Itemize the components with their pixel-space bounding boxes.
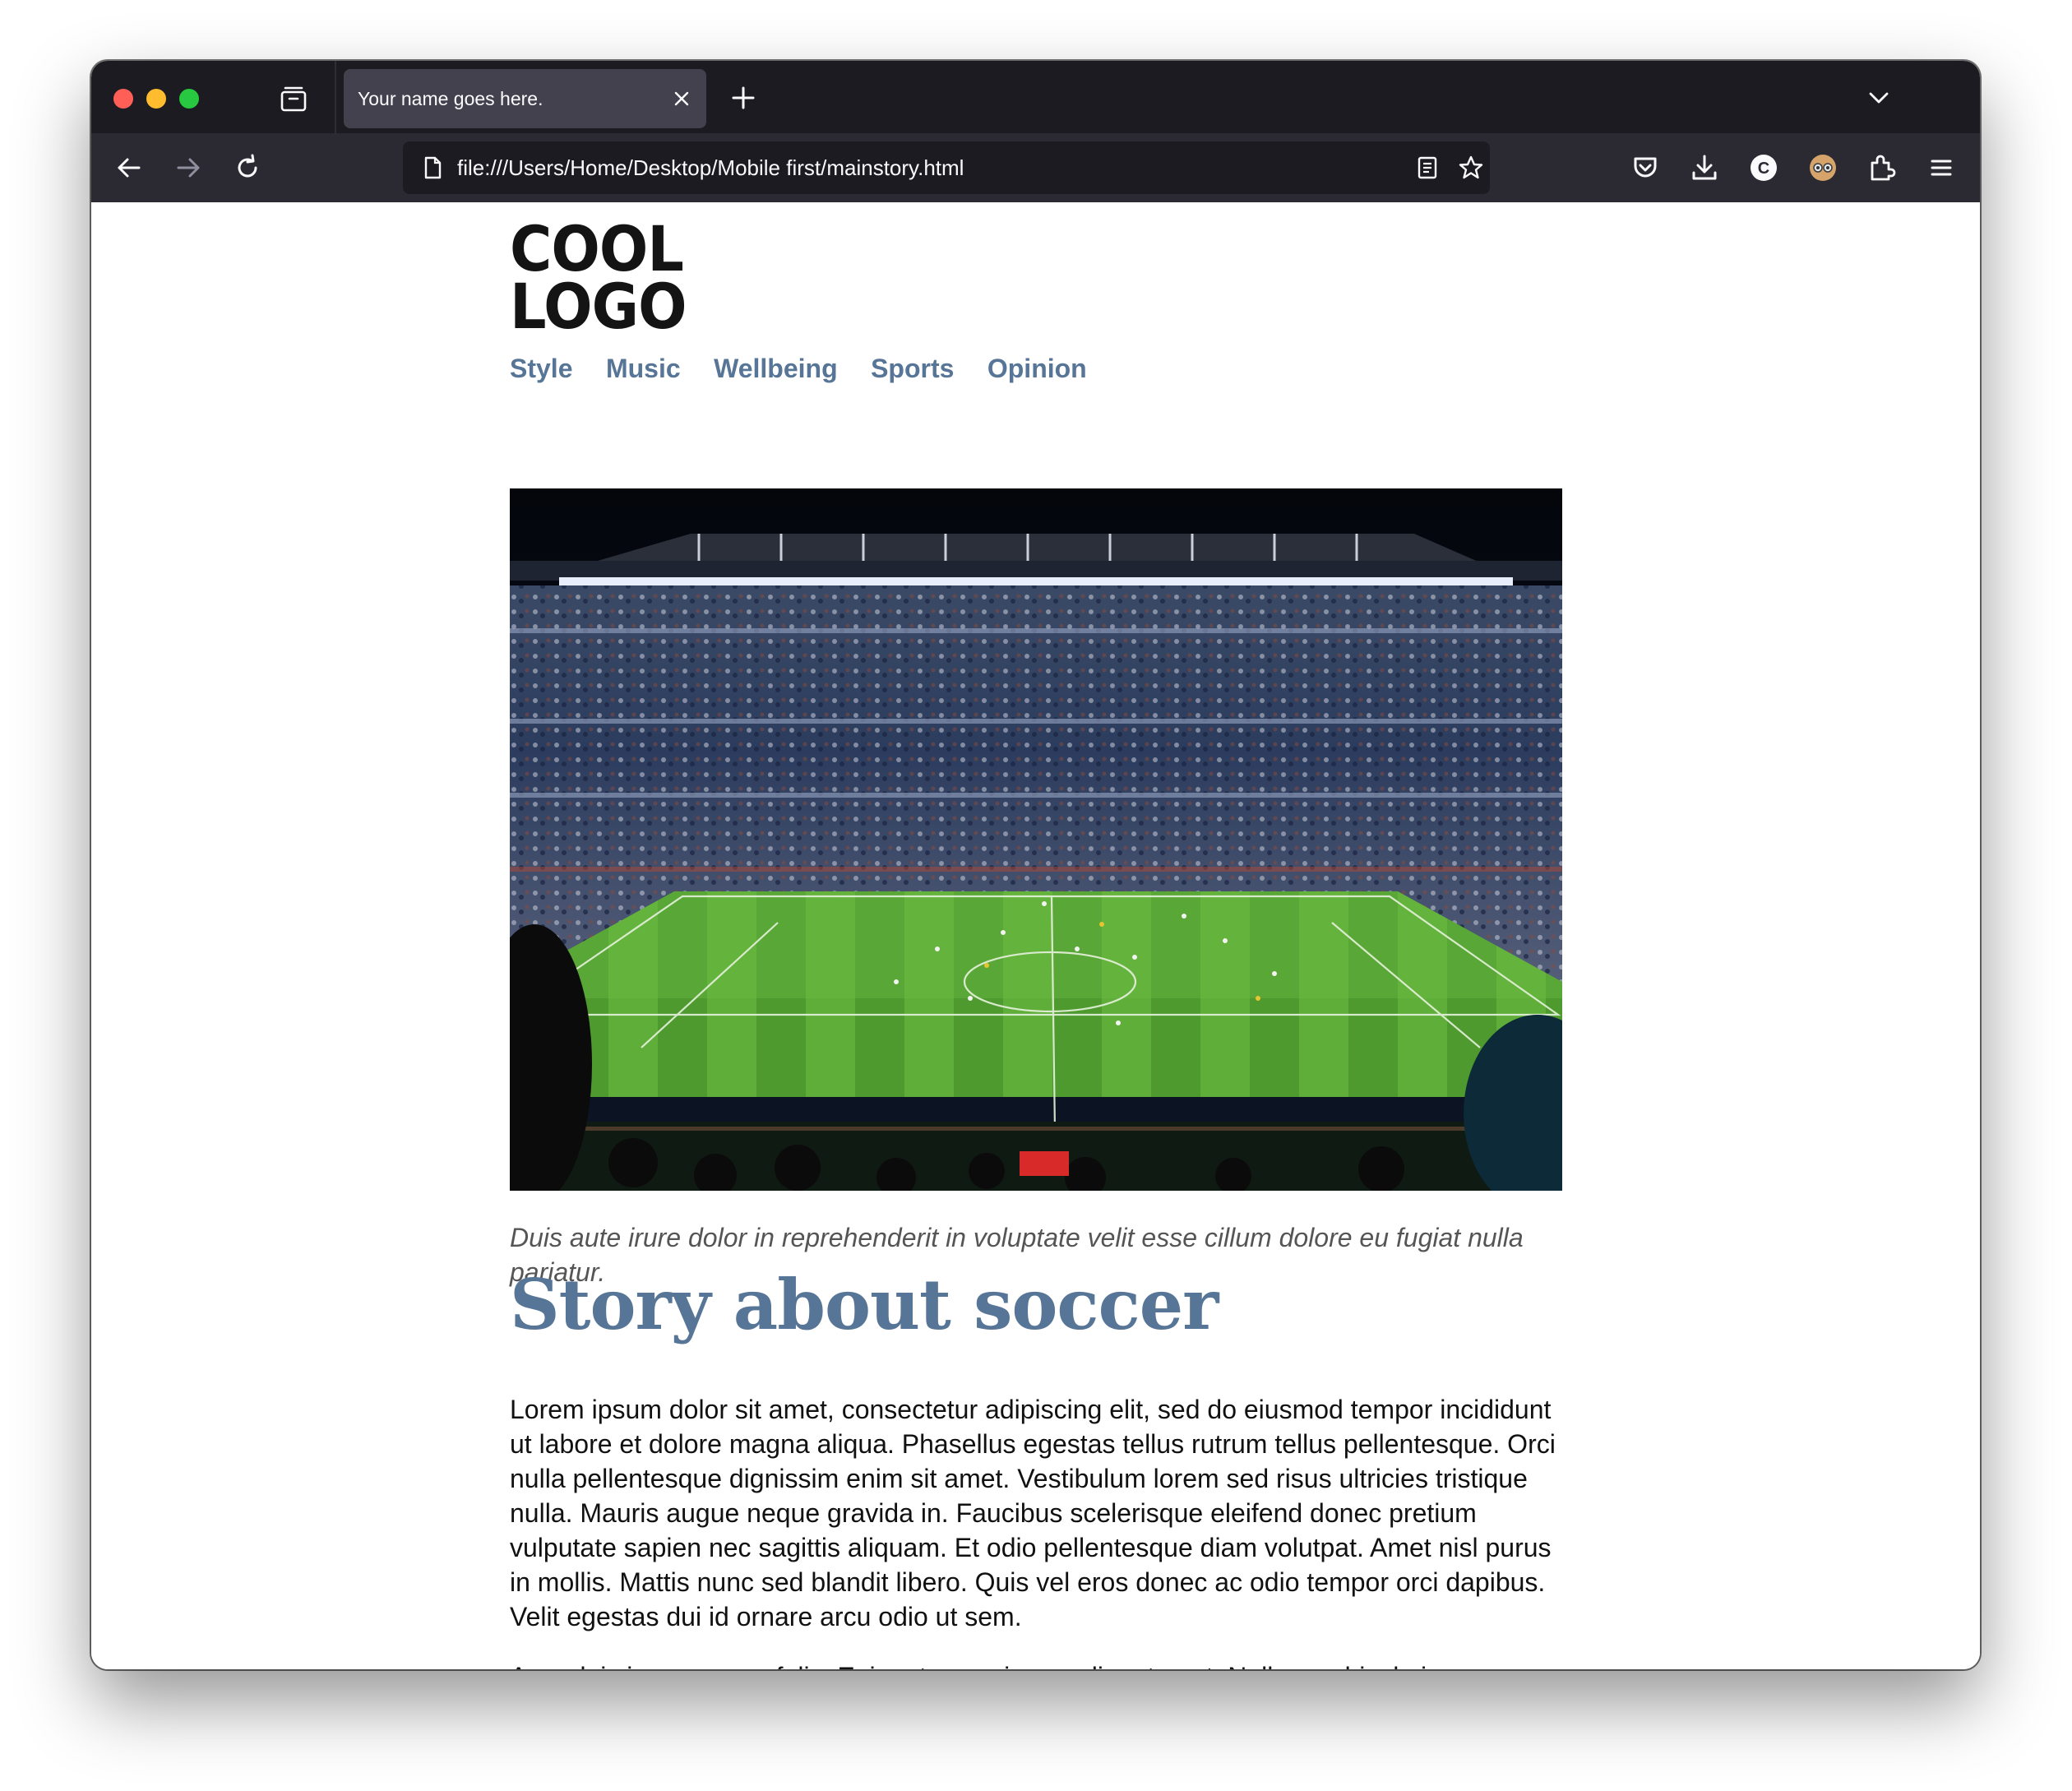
hero-image [510, 488, 1562, 1191]
tab-active[interactable]: Your name goes here. [344, 69, 706, 128]
tab-strip: Your name goes here. [91, 61, 1980, 133]
reload-icon[interactable] [231, 151, 264, 184]
svg-text:C: C [1758, 160, 1769, 178]
zoom-window-button[interactable] [179, 89, 199, 109]
article-headline: Story about soccer [510, 1264, 1219, 1345]
page-icon [424, 156, 442, 179]
back-arrow-icon[interactable] [113, 151, 146, 184]
tab-overview-icon[interactable] [279, 84, 308, 113]
url-bar[interactable]: file:///Users/Home/Desktop/Mobile first/… [403, 141, 1490, 194]
nav-link-style[interactable]: Style [510, 354, 572, 383]
forward-arrow-icon[interactable] [172, 151, 205, 184]
extensions-puzzle-icon[interactable] [1866, 151, 1899, 184]
browser-window: Your name goes here. file:///Users/Home/… [91, 61, 1980, 1669]
page-content: COOL LOGO Style Music Wellbeing Sports O… [91, 202, 1980, 1669]
logo-line-2: LOGO [510, 270, 687, 343]
nav-link-opinion[interactable]: Opinion [987, 354, 1087, 383]
avatar-icon[interactable] [1806, 151, 1839, 184]
pocket-icon[interactable] [1629, 151, 1662, 184]
extension-c-icon[interactable]: C [1747, 151, 1780, 184]
article-paragraph-1: Lorem ipsum dolor sit amet, consectetur … [510, 1395, 1556, 1631]
menu-icon[interactable] [1925, 151, 1958, 184]
download-icon[interactable] [1688, 151, 1721, 184]
nav-link-music[interactable]: Music [606, 354, 681, 383]
reader-view-icon[interactable] [1414, 155, 1441, 181]
tab-separator [335, 61, 336, 133]
nav-link-sports[interactable]: Sports [871, 354, 954, 383]
chevron-down-icon[interactable] [1866, 86, 1891, 110]
url-text[interactable]: file:///Users/Home/Desktop/Mobile first/… [457, 141, 964, 194]
article-paragraph-2: Arcu dui vivamus arcu felis. Enim ut sem… [510, 1659, 1562, 1669]
minimize-window-button[interactable] [146, 89, 166, 109]
navigation-toolbar: file:///Users/Home/Desktop/Mobile first/… [91, 133, 1980, 203]
article-page: COOL LOGO Style Music Wellbeing Sports O… [510, 202, 1562, 1669]
nav-link-wellbeing[interactable]: Wellbeing [714, 354, 838, 383]
tab-title: Your name goes here. [358, 88, 543, 109]
site-nav: Style Music Wellbeing Sports Opinion [510, 354, 1562, 395]
plus-icon[interactable] [729, 84, 757, 112]
close-icon[interactable] [670, 87, 693, 110]
close-window-button[interactable] [113, 89, 133, 109]
site-logo[interactable]: COOL LOGO [510, 202, 1478, 343]
bookmark-star-icon[interactable] [1458, 155, 1484, 181]
